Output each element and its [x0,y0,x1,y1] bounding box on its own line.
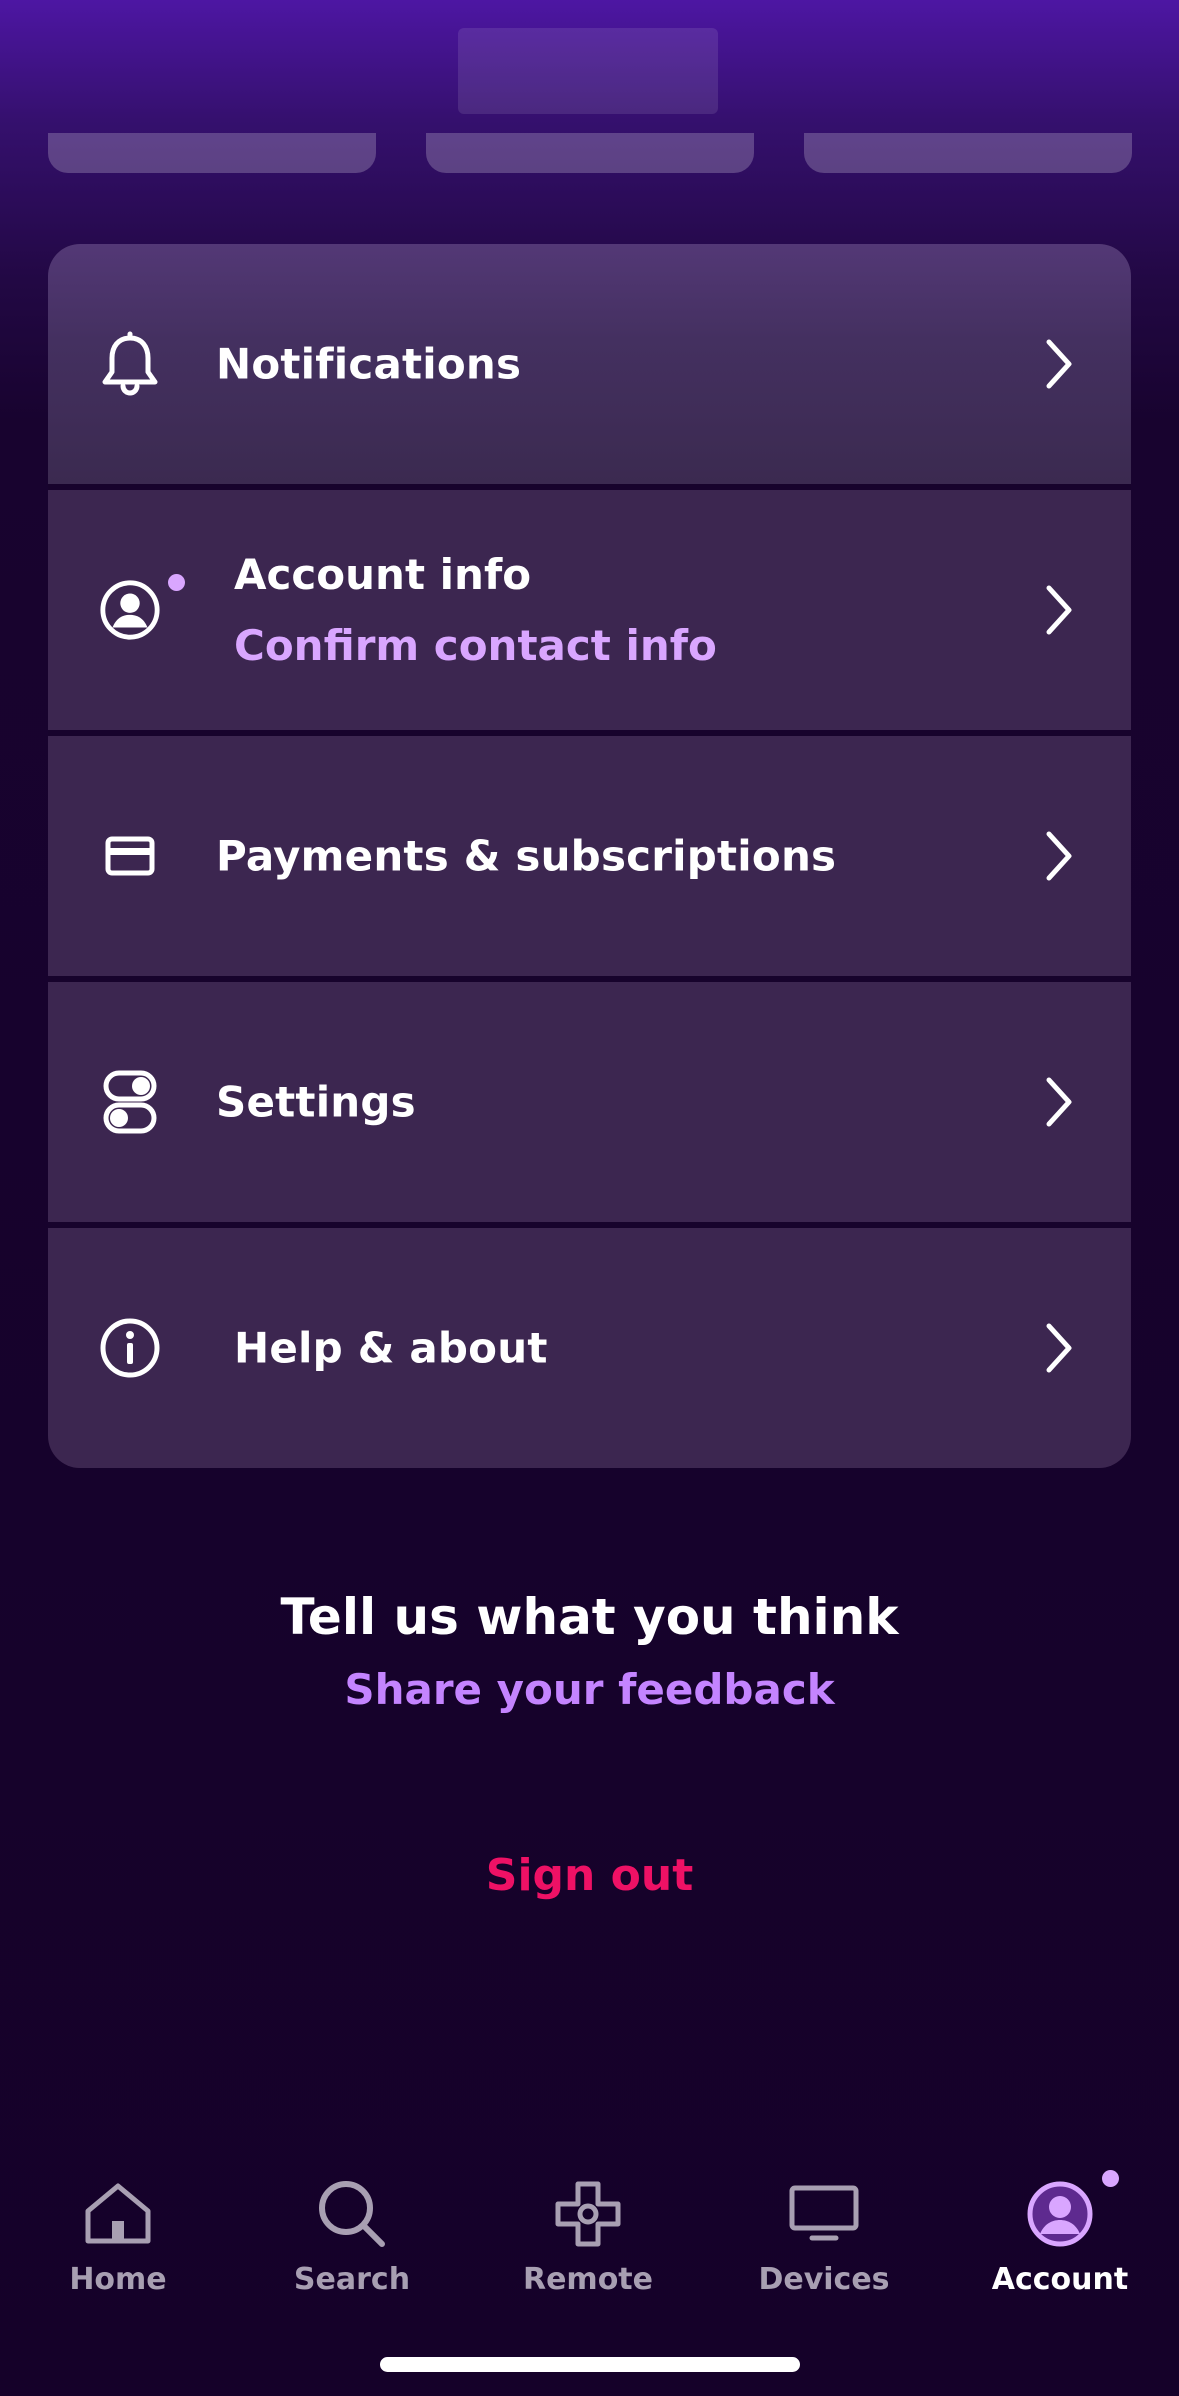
tab-label: Remote [522,2262,653,2297]
menu-item-payments[interactable]: Payments & subscriptions [48,736,1131,976]
chevron-right-icon [1039,584,1079,636]
menu-item-notifications[interactable]: Notifications [48,244,1131,484]
feedback-title: Tell us what you think [280,1588,899,1646]
notification-dot [168,574,185,591]
menu-item-label: Account info [234,550,532,599]
info-icon [98,1316,162,1380]
remote-dpad-icon [548,2174,628,2254]
menu-item-label: Notifications [216,339,522,389]
toggles-icon [98,1070,162,1134]
bell-icon [98,331,162,396]
chevron-right-icon [1039,1076,1079,1128]
search-icon [312,2174,392,2254]
account-circle-icon [98,578,162,642]
notification-dot [1102,2170,1119,2187]
menu-item-help-about[interactable]: Help & about [48,1228,1131,1468]
menu-item-account-info[interactable]: Account info Confirm contact info [48,490,1131,730]
sign-out-button[interactable]: Sign out [0,1850,1179,1901]
chevron-right-icon [1039,830,1079,882]
account-circle-icon [1020,2170,1119,2254]
account-info-text: Account info Confirm contact info [234,550,717,670]
credit-card-icon [98,824,162,888]
tab-remote[interactable]: Remote [470,2174,706,2314]
tab-devices[interactable]: Devices [706,2174,942,2314]
tab-label: Account [991,2262,1129,2297]
tab-account[interactable]: Account [942,2170,1178,2314]
menu-item-label: Payments & subscriptions [216,831,837,881]
top-card-tab-2[interactable] [426,133,754,173]
tab-home[interactable]: Home [0,2174,236,2314]
share-feedback-link[interactable]: Share your feedback [0,1665,1179,1714]
tab-label: Devices [758,2262,890,2297]
chevron-right-icon [1039,1322,1079,1374]
top-card-tab-3[interactable] [804,133,1132,173]
tab-label: Search [293,2262,411,2297]
menu-item-label: Settings [216,1077,416,1127]
tab-label: Home [69,2262,167,2297]
menu-item-settings[interactable]: Settings [48,982,1131,1222]
chevron-right-icon [1039,338,1079,390]
header-placeholder [458,28,718,114]
tab-search[interactable]: Search [234,2174,470,2314]
home-indicator [380,2357,800,2372]
top-card-tab-1[interactable] [48,133,376,173]
account-menu: Notifications Account info Confirm conta… [48,244,1131,1468]
tv-icon [784,2174,864,2254]
home-icon [78,2174,158,2254]
confirm-contact-info-link[interactable]: Confirm contact info [234,621,717,670]
menu-item-label: Help & about [234,1323,548,1373]
